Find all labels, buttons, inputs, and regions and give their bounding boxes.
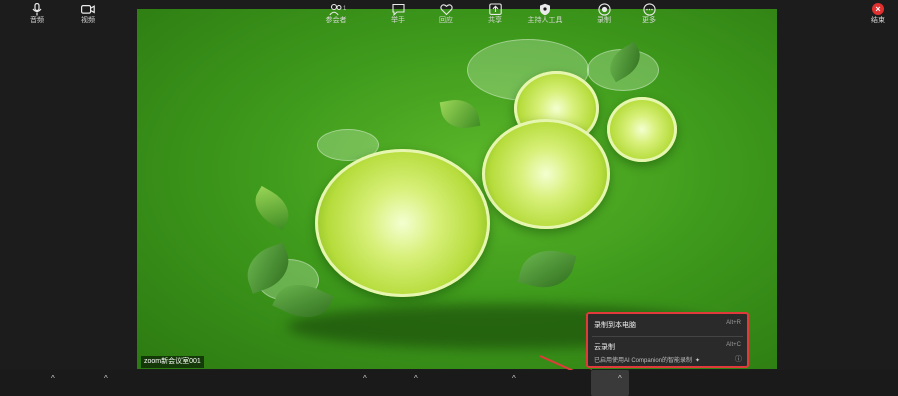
- recording-menu: 录制到本电脑 Alt+R 云录制 Alt+C 已启用使用AI Companion…: [586, 312, 749, 368]
- record-icon: [597, 3, 611, 16]
- menu-item-label: 云录制: [594, 344, 615, 351]
- share-icon: [488, 3, 502, 16]
- participants-options-caret[interactable]: ^: [363, 374, 367, 383]
- ai-companion-note: 已启用使用AI Companion的智能录制 ✦ ⓘ: [594, 355, 742, 364]
- share-label: 共享: [488, 17, 502, 24]
- info-icon[interactable]: ⓘ: [735, 354, 742, 364]
- meeting-stage: zoom新会议室001 录制到本电脑 Alt+R 云录制 Alt+C 已启用使用…: [0, 0, 898, 370]
- sparkle-icon: ✦: [695, 358, 701, 364]
- meeting-toolbar: [0, 370, 898, 396]
- raise-hand-options-caret[interactable]: ^: [414, 374, 418, 383]
- record-button-highlight: [591, 370, 629, 396]
- participants-button[interactable]: 1 参会者: [314, 3, 358, 25]
- participants-label: 参会者: [325, 17, 347, 24]
- record-label: 录制: [597, 17, 611, 24]
- lime-slice: [315, 149, 490, 297]
- video-button[interactable]: 视频: [66, 3, 110, 25]
- video-options-caret[interactable]: ^: [104, 374, 108, 383]
- share-button[interactable]: 共享: [473, 3, 517, 25]
- more-button[interactable]: 更多: [627, 3, 671, 25]
- lime-slice: [482, 119, 610, 229]
- host-tools-button[interactable]: 主持人工具: [523, 3, 567, 25]
- participants-icon: 1: [329, 3, 347, 16]
- mint-leaf: [439, 96, 481, 132]
- mint-leaf: [247, 185, 297, 231]
- end-button[interactable]: × 结束: [856, 3, 898, 25]
- menu-item-shortcut: Alt+C: [726, 342, 741, 348]
- share-options-caret[interactable]: ^: [512, 374, 516, 383]
- reactions-button[interactable]: 回应: [424, 3, 468, 25]
- host-tools-label: 主持人工具: [527, 17, 563, 24]
- record-button[interactable]: 录制: [582, 3, 626, 25]
- heart-icon: [439, 3, 453, 16]
- raise-hand-label: 举手: [391, 17, 405, 24]
- shield-icon: [539, 3, 551, 16]
- audio-button[interactable]: 音频: [15, 2, 59, 25]
- reactions-label: 回应: [439, 17, 453, 24]
- menu-item-label: 录制到本电脑: [594, 322, 636, 329]
- audio-options-caret[interactable]: ^: [51, 374, 55, 383]
- close-icon: ×: [872, 3, 884, 16]
- camera-icon: [81, 3, 95, 16]
- raise-hand-button[interactable]: 举手: [376, 3, 420, 25]
- menu-divider: [592, 336, 743, 337]
- more-icon: [642, 3, 656, 16]
- audio-label: 音频: [30, 17, 44, 24]
- chat-icon: [391, 3, 405, 17]
- record-to-computer-item[interactable]: 录制到本电脑 Alt+R: [594, 320, 741, 330]
- participant-name-tag: zoom新会议室001: [141, 356, 204, 368]
- lime-slice: [607, 97, 677, 162]
- cloud-record-item[interactable]: 云录制 Alt+C: [594, 342, 741, 352]
- menu-item-shortcut: Alt+R: [726, 320, 741, 326]
- participants-count: 1: [343, 6, 347, 12]
- record-options-caret[interactable]: ^: [618, 374, 622, 383]
- ai-note-text: 已启用使用AI Companion的智能录制: [594, 358, 693, 364]
- more-label: 更多: [642, 17, 656, 24]
- end-label: 结束: [871, 17, 885, 24]
- video-label: 视频: [81, 17, 95, 24]
- mint-leaf: [517, 243, 577, 295]
- microphone-icon: [32, 2, 42, 16]
